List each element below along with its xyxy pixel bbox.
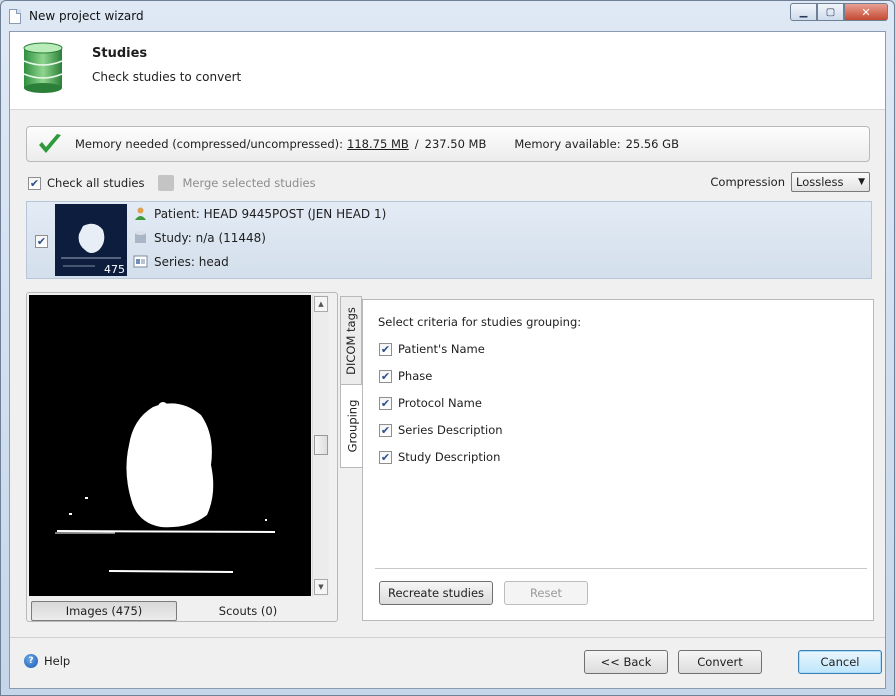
reset-button[interactable]: Reset <box>504 581 588 605</box>
criteria-label: Study Description <box>398 450 501 464</box>
criteria-phase[interactable]: ✔ Phase <box>379 369 432 383</box>
help-label: Help <box>44 654 71 668</box>
memory-available-label: Memory available: <box>514 137 621 151</box>
merge-icon <box>158 175 175 191</box>
checkmark-icon <box>39 134 61 153</box>
tab-scouts[interactable]: Scouts (0) <box>183 601 313 621</box>
window-title: New project wizard <box>29 9 144 23</box>
wizard-window: New project wizard ▁ ▢ ✕ Studies Check s… <box>0 0 895 696</box>
scrollbar-thumb[interactable] <box>314 435 328 455</box>
grouping-title: Select criteria for studies grouping: <box>378 315 582 329</box>
study-icon <box>135 231 146 243</box>
study-text: Study: n/a (11448) <box>154 230 266 245</box>
criteria-checkbox[interactable]: ✔ <box>379 423 392 437</box>
page-subtitle: Check studies to convert <box>92 70 242 84</box>
image-viewer-panel: ▲ ▼ Images (475) Scouts (0) <box>26 292 338 622</box>
title-bar[interactable]: New project wizard ▁ ▢ ✕ <box>1 1 894 31</box>
tab-grouping[interactable]: Grouping <box>340 384 363 468</box>
client-area: Studies Check studies to convert Memory … <box>9 31 886 689</box>
memory-compressed-link[interactable]: 118.75 MB <box>347 137 409 151</box>
tab-dicom-tags[interactable]: DICOM tags <box>340 296 362 386</box>
criteria-label: Patient's Name <box>398 342 485 356</box>
study-thumbnail: 475 <box>55 204 127 276</box>
thumbnail-image-count: 475 <box>104 263 125 276</box>
window-controls: ▁ ▢ ✕ <box>790 3 888 21</box>
chevron-down-icon: ▼ <box>858 177 865 187</box>
memory-status-bar: Memory needed (compressed/uncompressed):… <box>26 126 870 162</box>
tab-grouping-label: Grouping <box>345 399 360 453</box>
document-icon <box>9 8 21 24</box>
criteria-protocol-name[interactable]: ✔ Protocol Name <box>379 396 482 410</box>
cancel-button[interactable]: Cancel <box>798 650 882 674</box>
study-checkbox[interactable]: ✔ <box>35 235 48 248</box>
compression-label: Compression <box>710 175 785 189</box>
series-line: Series: head <box>133 254 229 269</box>
criteria-label: Protocol Name <box>398 396 482 410</box>
series-text: Series: head <box>154 254 229 269</box>
database-icon <box>23 42 63 93</box>
wizard-header: Studies Check studies to convert <box>10 32 885 110</box>
studies-toolbar: ✔ Check all studies Merge selected studi… <box>28 172 870 194</box>
series-icon <box>133 255 148 268</box>
criteria-study-description[interactable]: ✔ Study Description <box>379 450 500 464</box>
grouping-panel: Select criteria for studies grouping: ✔ … <box>362 299 874 621</box>
patient-line: Patient: HEAD 9445POST (JEN HEAD 1) <box>133 206 386 221</box>
side-tab-strip: DICOM tags Grouping <box>340 296 363 526</box>
minimize-button[interactable]: ▁ <box>790 3 817 21</box>
check-all-checkbox[interactable]: ✔ <box>28 176 41 190</box>
criteria-series-description[interactable]: ✔ Series Description <box>379 423 503 437</box>
criteria-checkbox[interactable]: ✔ <box>379 396 392 410</box>
back-button[interactable]: << Back <box>584 650 668 674</box>
scroll-up-button[interactable]: ▲ <box>314 296 328 312</box>
memory-available-value: 25.56 GB <box>625 137 679 151</box>
patient-text: Patient: HEAD 9445POST (JEN HEAD 1) <box>154 206 387 221</box>
recreate-studies-button[interactable]: Recreate studies <box>379 581 493 605</box>
tab-images[interactable]: Images (475) <box>31 601 177 621</box>
viewer-tabs: Images (475) Scouts (0) <box>27 598 337 622</box>
compression-select[interactable]: Lossless ▼ <box>791 172 870 192</box>
memory-uncompressed: 237.50 MB <box>424 137 487 151</box>
patient-icon <box>135 207 146 220</box>
compression-value: Lossless <box>796 175 844 189</box>
footer-divider <box>10 637 885 638</box>
criteria-label: Series Description <box>398 423 503 437</box>
criteria-checkbox[interactable]: ✔ <box>379 450 392 464</box>
grouping-separator <box>375 568 867 569</box>
check-all-label[interactable]: Check all studies <box>47 176 144 190</box>
help-link[interactable]: ? Help <box>24 654 70 668</box>
maximize-button[interactable]: ▢ <box>817 3 844 21</box>
merge-studies-button[interactable]: Merge selected studies <box>182 176 315 190</box>
criteria-label: Phase <box>398 369 433 383</box>
image-preview[interactable] <box>29 295 311 596</box>
scroll-down-button[interactable]: ▼ <box>314 579 328 595</box>
study-list-item[interactable]: ✔ 475 Patient: HEAD 9445POST (JEN HEAD 1… <box>26 201 872 279</box>
tab-dicom-tags-label: DICOM tags <box>344 307 359 375</box>
criteria-patients-name[interactable]: ✔ Patient's Name <box>379 342 485 356</box>
ct-slice-image <box>55 402 276 573</box>
page-title: Studies <box>92 46 148 61</box>
help-icon: ? <box>24 654 38 668</box>
convert-button[interactable]: Convert <box>678 650 762 674</box>
criteria-checkbox[interactable]: ✔ <box>379 369 392 383</box>
study-line: Study: n/a (11448) <box>133 230 266 245</box>
criteria-checkbox[interactable]: ✔ <box>379 342 392 356</box>
compression-group: Compression Lossless ▼ <box>710 172 870 192</box>
memory-separator: / <box>414 137 419 151</box>
close-button[interactable]: ✕ <box>844 3 888 21</box>
image-scrollbar[interactable]: ▲ ▼ <box>312 295 329 596</box>
memory-needed-label: Memory needed (compressed/uncompressed): <box>75 137 344 151</box>
